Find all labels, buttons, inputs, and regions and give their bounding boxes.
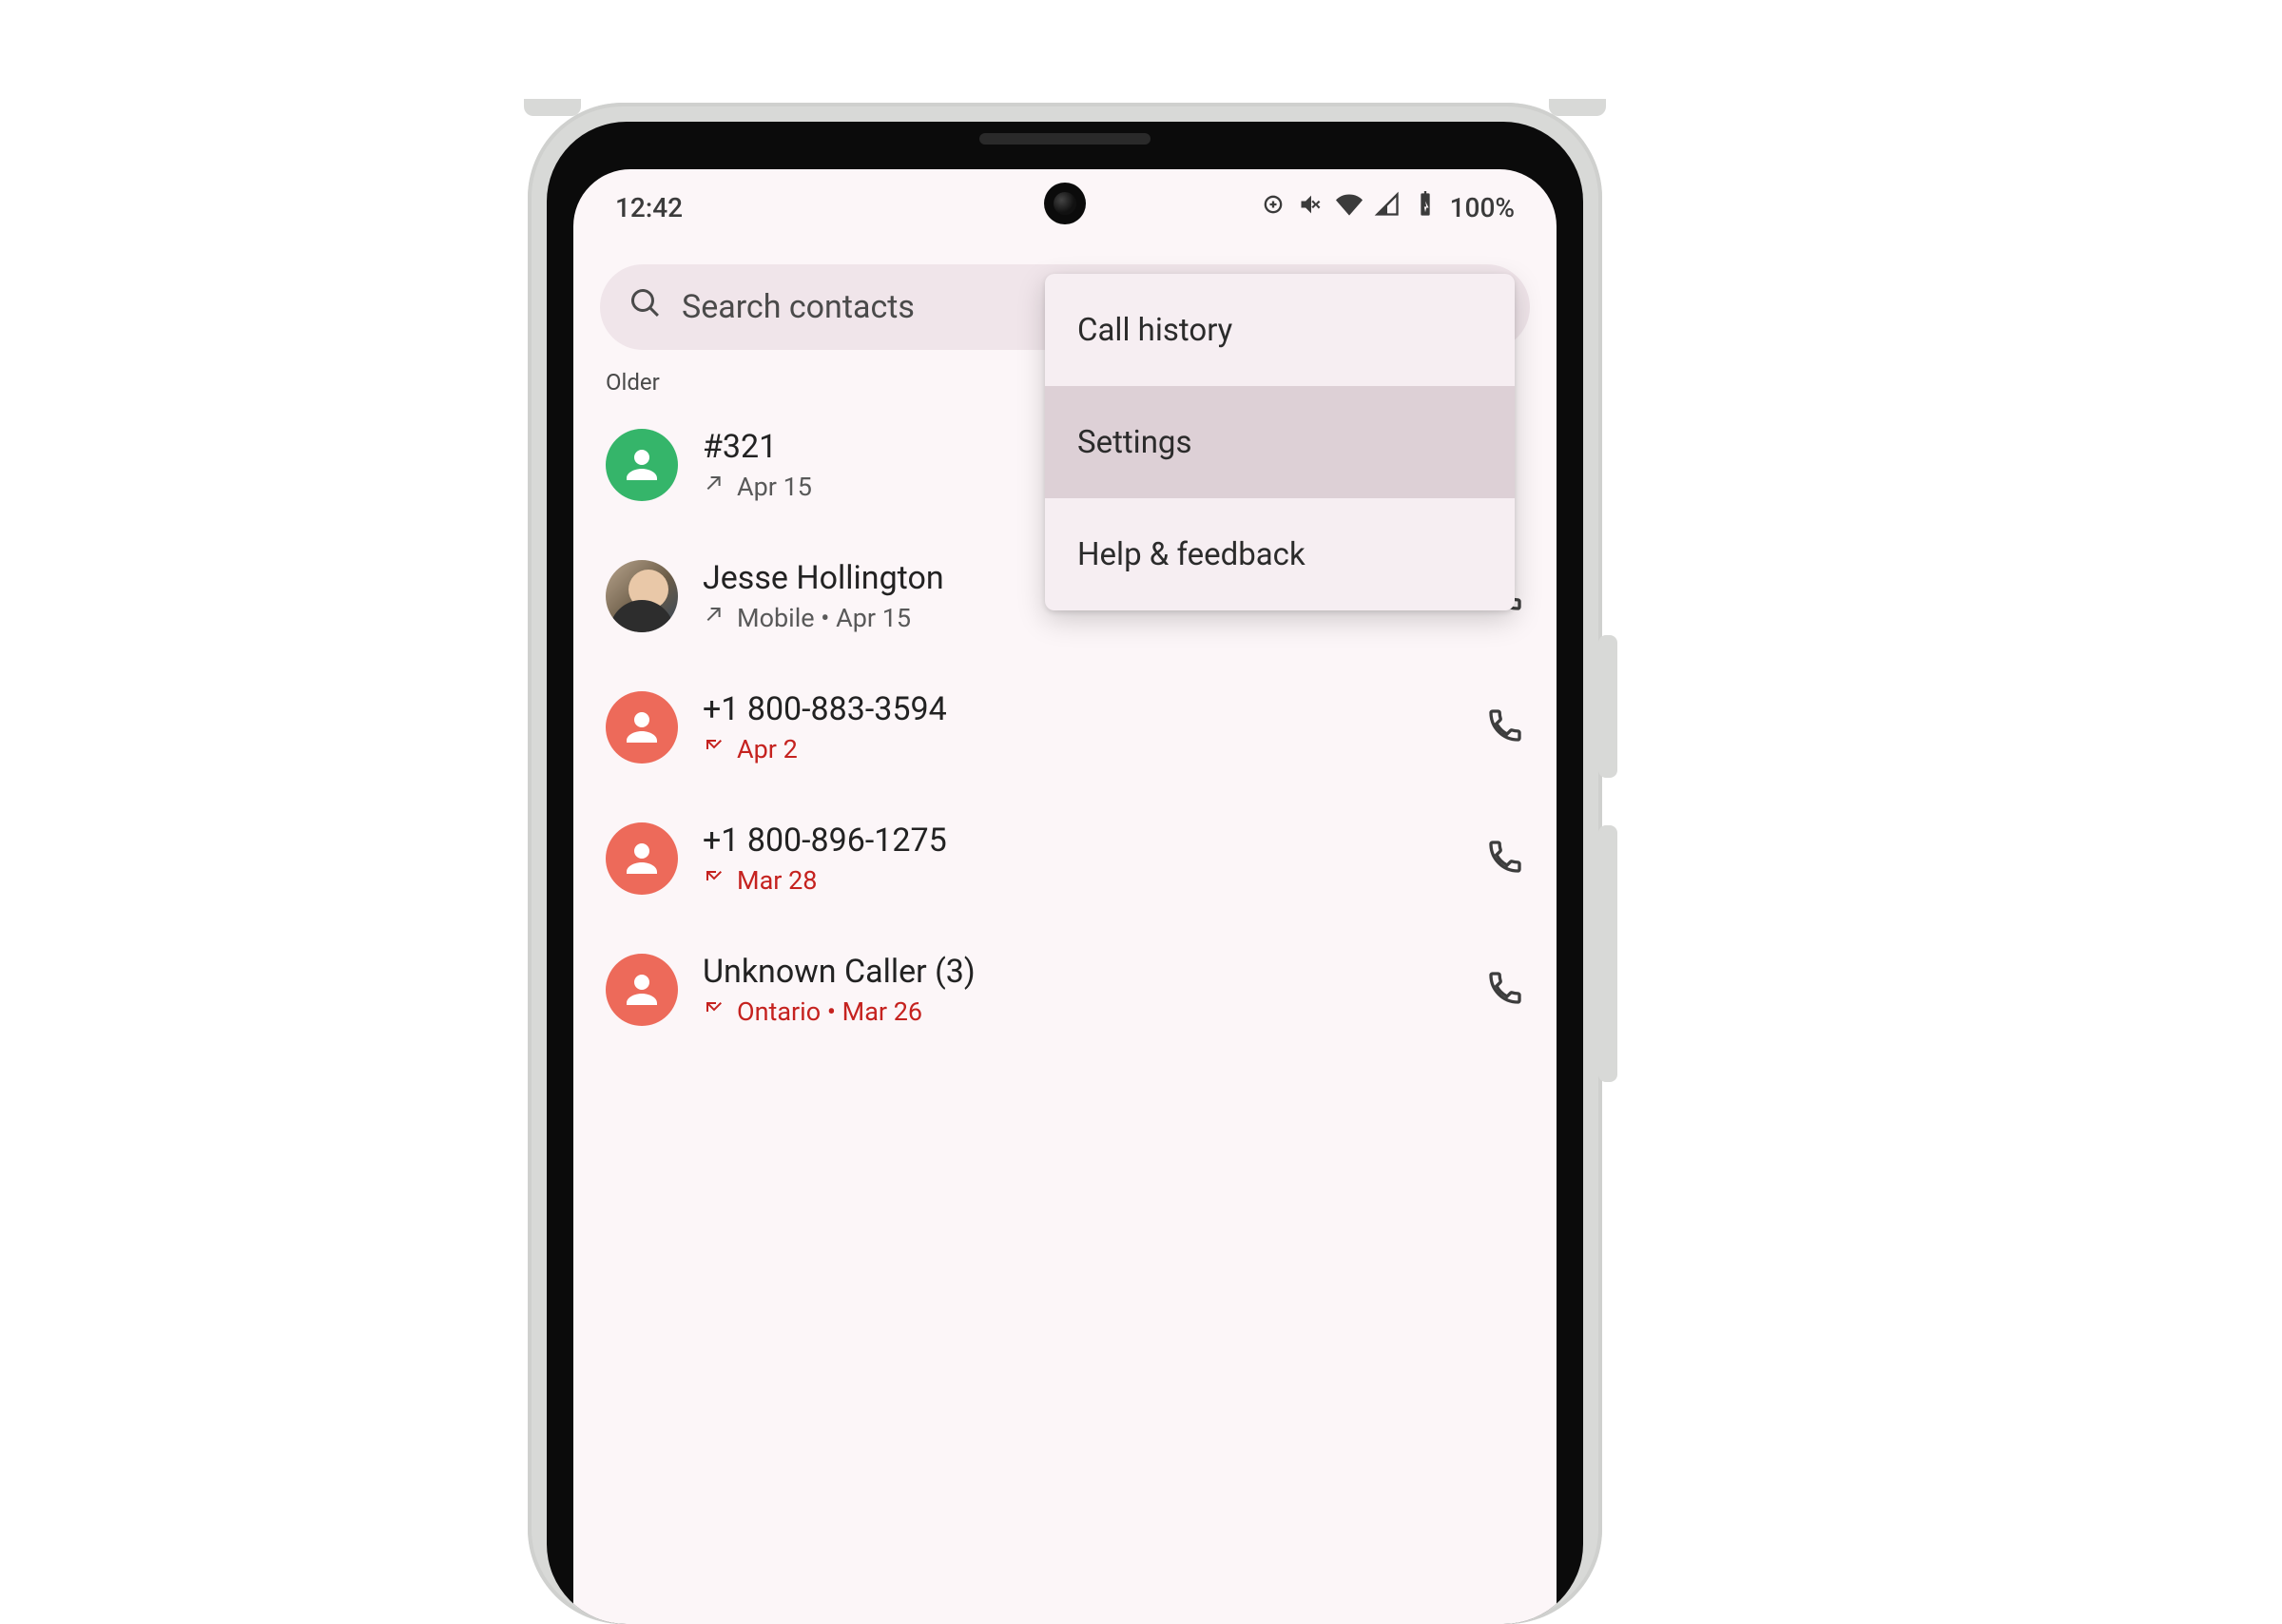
call-row[interactable]: +1 800-896-1275 Mar 28 <box>600 793 1530 924</box>
call-info: +1 800-883-3594 Apr 2 <box>703 690 1461 764</box>
menu-item-settings[interactable]: Settings <box>1045 386 1515 498</box>
call-meta-text: Mobile • Apr 15 <box>737 603 911 633</box>
outgoing-call-arrow-icon <box>703 603 725 633</box>
call-meta: Apr 2 <box>703 734 1461 764</box>
menu-item-label: Help & feedback <box>1077 536 1305 573</box>
alarm-plus-icon <box>1260 191 1286 224</box>
call-meta-text: Apr 2 <box>737 734 798 764</box>
contact-avatar-icon <box>606 429 678 501</box>
search-icon <box>629 286 663 329</box>
call-button[interactable] <box>1486 838 1524 880</box>
contact-avatar-icon <box>606 822 678 895</box>
mute-icon <box>1298 191 1325 224</box>
missed-call-arrow-icon <box>703 734 725 764</box>
phone-icon <box>1486 861 1524 880</box>
call-meta: Mar 28 <box>703 865 1461 896</box>
contact-avatar-icon <box>606 691 678 764</box>
call-row[interactable]: +1 800-883-3594 Apr 2 <box>600 662 1530 793</box>
contact-avatar-photo <box>606 560 678 632</box>
menu-item-help-feedback[interactable]: Help & feedback <box>1045 498 1515 610</box>
screen: 12:42 <box>573 169 1557 1624</box>
call-meta-text: Mar 28 <box>737 865 817 896</box>
search-placeholder: Search contacts <box>682 288 915 326</box>
call-name: Unknown Caller (3) <box>703 953 1461 991</box>
call-button[interactable] <box>1486 706 1524 748</box>
call-row[interactable]: Unknown Caller (3) Ontario • Mar 26 <box>600 924 1530 1055</box>
front-camera <box>1044 183 1086 224</box>
call-info: Unknown Caller (3) Ontario • Mar 26 <box>703 953 1461 1027</box>
signal-icon <box>1374 191 1401 224</box>
overflow-menu: Call history Settings Help & feedback <box>1045 274 1515 610</box>
battery-charging-icon <box>1412 191 1439 224</box>
wifi-icon <box>1336 191 1363 224</box>
menu-item-label: Call history <box>1077 312 1232 349</box>
missed-call-arrow-icon <box>703 865 725 896</box>
status-time: 12:42 <box>615 192 683 223</box>
outgoing-call-arrow-icon <box>703 472 725 502</box>
phone-icon <box>1486 730 1524 748</box>
earpiece <box>979 133 1151 145</box>
call-button[interactable] <box>1486 969 1524 1011</box>
call-name: +1 800-883-3594 <box>703 690 1461 728</box>
phone-antenna-band <box>1549 99 1606 116</box>
call-meta: Ontario • Mar 26 <box>703 996 1461 1027</box>
menu-item-call-history[interactable]: Call history <box>1045 274 1515 386</box>
battery-percent: 100% <box>1450 192 1515 223</box>
volume-button <box>1598 825 1617 1082</box>
call-meta-text: Ontario • Mar 26 <box>737 996 922 1027</box>
power-button <box>1598 635 1617 778</box>
call-name: +1 800-896-1275 <box>703 822 1461 860</box>
missed-call-arrow-icon <box>703 996 725 1027</box>
phone-frame: 12:42 <box>528 103 1602 1624</box>
contact-avatar-icon <box>606 954 678 1026</box>
phone-antenna-band <box>524 99 581 116</box>
call-info: +1 800-896-1275 Mar 28 <box>703 822 1461 896</box>
menu-item-label: Settings <box>1077 424 1192 461</box>
phone-icon <box>1486 993 1524 1011</box>
call-meta-text: Apr 15 <box>737 472 812 502</box>
